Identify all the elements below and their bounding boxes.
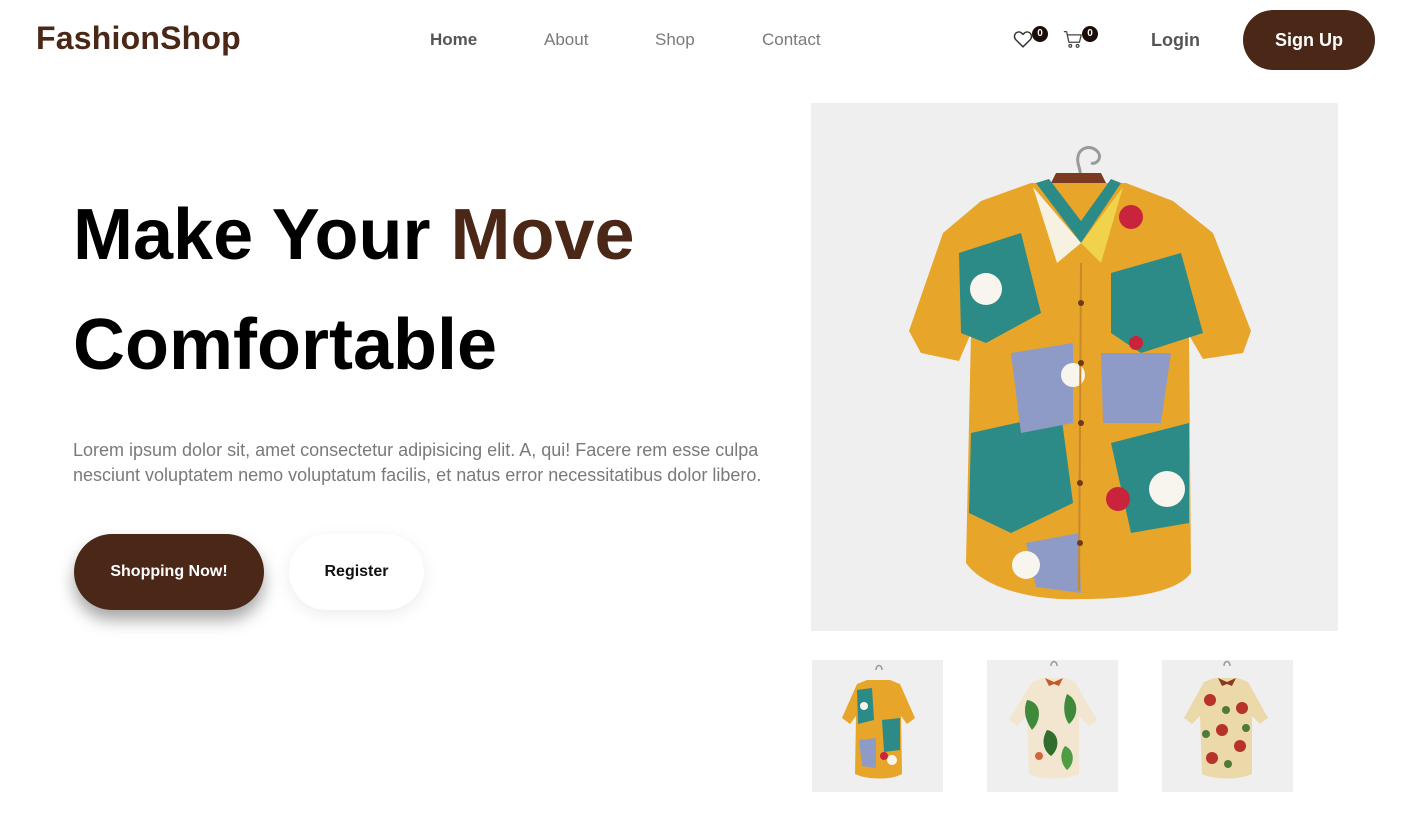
hero-title-accent: Move	[450, 195, 635, 275]
nav-link-contact[interactable]: Contact	[762, 30, 821, 50]
thumbnail-patterned-shirt[interactable]	[812, 660, 943, 792]
patterned-shirt-image	[909, 146, 1251, 600]
hero-title-line2: Comfortable	[73, 305, 498, 385]
main-product-image	[811, 103, 1338, 631]
wishlist-count-badge: 0	[1032, 26, 1048, 42]
hero-description: Lorem ipsum dolor sit, amet consectetur …	[73, 440, 762, 485]
hero-title-line1: Make Your Move	[73, 195, 635, 275]
shopping-now-button[interactable]: Shopping Now!	[74, 534, 264, 610]
heart-icon	[1013, 31, 1033, 48]
red-floral-shirt-thumbnail	[1184, 660, 1268, 779]
patterned-shirt-thumbnail	[842, 664, 915, 779]
green-leaf-shirt-thumbnail	[1009, 660, 1097, 779]
hero-title-text: Make Your	[73, 195, 451, 275]
login-link[interactable]: Login	[1151, 30, 1200, 51]
nav-link-home[interactable]: Home	[430, 30, 477, 50]
hero-title: Make Your Move Comfortable	[73, 180, 635, 400]
thumbnail-green-leaf-shirt[interactable]	[987, 660, 1118, 792]
register-button[interactable]: Register	[289, 534, 424, 610]
cart-count-badge: 0	[1082, 26, 1098, 42]
wishlist-button[interactable]: 0	[1012, 26, 1048, 50]
sign-up-button[interactable]: Sign Up	[1243, 10, 1375, 70]
cart-button[interactable]: 0	[1062, 26, 1098, 50]
nav-link-shop[interactable]: Shop	[655, 30, 695, 50]
cart-icon	[1063, 31, 1082, 48]
brand-logo[interactable]: FashionShop	[36, 20, 241, 57]
nav-link-about[interactable]: About	[544, 30, 588, 50]
navbar: FashionShop Home About Shop Contact 0 0 …	[0, 0, 1414, 80]
thumbnail-red-floral-shirt[interactable]	[1162, 660, 1293, 792]
